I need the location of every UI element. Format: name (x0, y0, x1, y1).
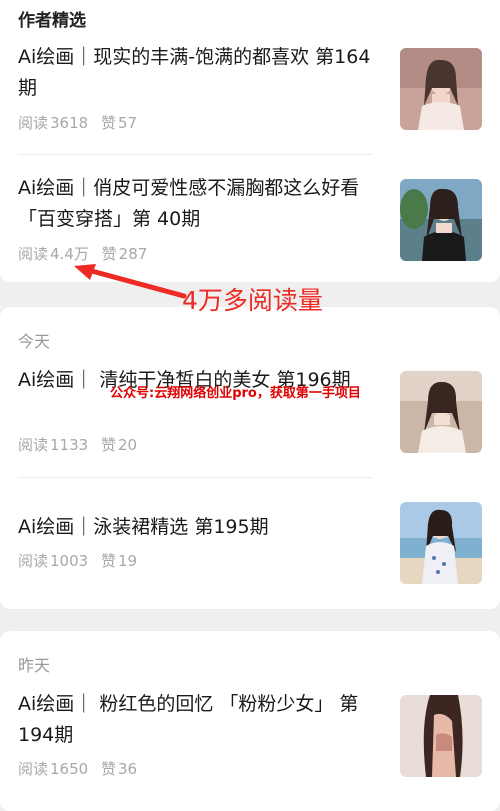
article-stats: 阅读 1133 赞 20 (18, 434, 145, 455)
divider (18, 477, 373, 478)
article-title[interactable]: Ai绘画｜泳装裙精选 第195期 (18, 512, 373, 543)
portrait-photo-icon[interactable] (400, 179, 482, 261)
section-title-today: 今天 (18, 332, 51, 351)
like-label: 赞 (100, 760, 116, 778)
like-count: 36 (118, 760, 138, 778)
read-count: 1003 (50, 552, 89, 570)
read-label: 阅读 (18, 245, 49, 263)
read-label: 阅读 (18, 760, 49, 778)
read-label: 阅读 (18, 552, 49, 570)
today-section: 今天 Ai绘画｜ 清纯干净皙白的美女 第196期 阅读 1133 赞 20 Ai绘画… (0, 307, 500, 609)
divider (18, 154, 373, 155)
article-title[interactable]: Ai绘画｜ 粉红色的回忆 「粉粉少女」 第194期 (18, 689, 373, 751)
like-count: 19 (118, 552, 138, 570)
section-title-featured: 作者精选 (18, 11, 86, 31)
watermark-text: 公众号:云翔网络创业pro，获取第一手项目 (110, 386, 361, 401)
portrait-photo-icon[interactable] (400, 48, 482, 130)
like-label: 赞 (100, 436, 116, 454)
article-item[interactable]: Ai绘画｜ 清纯干净皙白的美女 第196期 阅读 1133 赞 20 (18, 365, 482, 465)
portrait-photo-icon[interactable] (400, 695, 482, 777)
arrow-icon (74, 264, 187, 299)
article-title[interactable]: Ai绘画｜现实的丰满-饱满的都喜欢 第164期 (18, 42, 373, 104)
yesterday-section: 昨天 Ai绘画｜ 粉红色的回忆 「粉粉少女」 第194期 阅读 1650 赞 36 (0, 631, 500, 811)
portrait-photo-icon[interactable] (400, 502, 482, 584)
article-item[interactable]: Ai绘画｜泳装裙精选 第195期 阅读 1003 赞 19 (18, 502, 482, 602)
read-label: 阅读 (18, 436, 49, 454)
featured-section: 作者精选 Ai绘画｜现实的丰满-饱满的都喜欢 第164期 阅读 3618 赞 57 … (0, 0, 500, 282)
article-title[interactable]: Ai绘画｜俏皮可爱性感不漏胸都这么好看 「百变穿搭」第 40期 (18, 173, 373, 235)
like-count: 20 (118, 436, 138, 454)
read-count: 3618 (50, 114, 89, 132)
section-title-yesterday: 昨天 (18, 656, 51, 675)
article-item[interactable]: Ai绘画｜ 粉红色的回忆 「粉粉少女」 第194期 阅读 1650 赞 36 (18, 689, 482, 799)
like-label: 赞 (100, 114, 116, 132)
like-count: 57 (118, 114, 138, 132)
article-stats: 阅读 3618 赞 57 (18, 112, 145, 133)
read-count: 1133 (50, 436, 89, 454)
read-count: 1650 (50, 760, 89, 778)
like-label: 赞 (100, 552, 116, 570)
article-stats: 阅读 1650 赞 36 (18, 758, 145, 779)
annotation-label: 4万多阅读量 (182, 286, 323, 315)
portrait-photo-icon[interactable] (400, 371, 482, 453)
read-label: 阅读 (18, 114, 49, 132)
article-stats: 阅读 1003 赞 19 (18, 550, 145, 571)
article-item[interactable]: Ai绘画｜俏皮可爱性感不漏胸都这么好看 「百变穿搭」第 40期 阅读 4.4万 赞… (18, 173, 482, 273)
article-item[interactable]: Ai绘画｜现实的丰满-饱满的都喜欢 第164期 阅读 3618 赞 57 (18, 42, 482, 142)
